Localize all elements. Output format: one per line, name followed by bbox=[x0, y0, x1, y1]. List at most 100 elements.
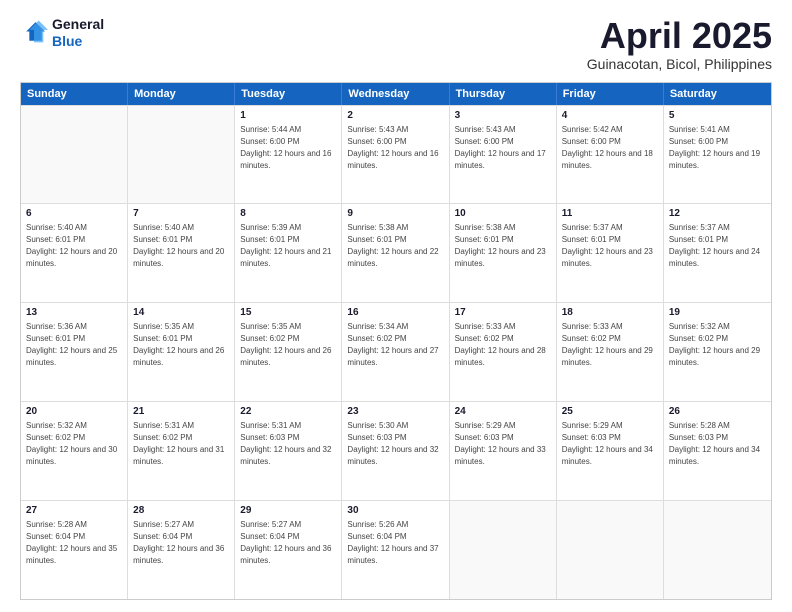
calendar-header-day: Friday bbox=[557, 83, 664, 105]
calendar-cell: 18Sunrise: 5:33 AM Sunset: 6:02 PM Dayli… bbox=[557, 303, 664, 401]
calendar-cell: 1Sunrise: 5:44 AM Sunset: 6:00 PM Daylig… bbox=[235, 106, 342, 204]
day-info: Sunrise: 5:35 AM Sunset: 6:02 PM Dayligh… bbox=[240, 321, 336, 369]
calendar-cell: 20Sunrise: 5:32 AM Sunset: 6:02 PM Dayli… bbox=[21, 402, 128, 500]
calendar-cell: 2Sunrise: 5:43 AM Sunset: 6:00 PM Daylig… bbox=[342, 106, 449, 204]
day-number: 16 bbox=[347, 306, 443, 320]
day-number: 12 bbox=[669, 207, 766, 221]
logo-blue: Blue bbox=[52, 33, 82, 49]
day-number: 15 bbox=[240, 306, 336, 320]
day-info: Sunrise: 5:33 AM Sunset: 6:02 PM Dayligh… bbox=[562, 321, 658, 369]
calendar-cell: 25Sunrise: 5:29 AM Sunset: 6:03 PM Dayli… bbox=[557, 402, 664, 500]
calendar-cell: 13Sunrise: 5:36 AM Sunset: 6:01 PM Dayli… bbox=[21, 303, 128, 401]
day-number: 8 bbox=[240, 207, 336, 221]
header: General Blue April 2025 Guinacotan, Bico… bbox=[20, 16, 772, 72]
calendar-cell: 6Sunrise: 5:40 AM Sunset: 6:01 PM Daylig… bbox=[21, 204, 128, 302]
day-number: 21 bbox=[133, 405, 229, 419]
day-number: 24 bbox=[455, 405, 551, 419]
calendar-header-day: Monday bbox=[128, 83, 235, 105]
day-info: Sunrise: 5:31 AM Sunset: 6:02 PM Dayligh… bbox=[133, 420, 229, 468]
day-number: 22 bbox=[240, 405, 336, 419]
day-info: Sunrise: 5:42 AM Sunset: 6:00 PM Dayligh… bbox=[562, 124, 658, 172]
logo: General Blue bbox=[20, 16, 104, 50]
day-number: 17 bbox=[455, 306, 551, 320]
calendar-row: 27Sunrise: 5:28 AM Sunset: 6:04 PM Dayli… bbox=[21, 500, 771, 599]
day-info: Sunrise: 5:32 AM Sunset: 6:02 PM Dayligh… bbox=[669, 321, 766, 369]
day-info: Sunrise: 5:28 AM Sunset: 6:04 PM Dayligh… bbox=[26, 519, 122, 567]
day-info: Sunrise: 5:38 AM Sunset: 6:01 PM Dayligh… bbox=[455, 222, 551, 270]
day-info: Sunrise: 5:33 AM Sunset: 6:02 PM Dayligh… bbox=[455, 321, 551, 369]
calendar-cell: 12Sunrise: 5:37 AM Sunset: 6:01 PM Dayli… bbox=[664, 204, 771, 302]
day-info: Sunrise: 5:37 AM Sunset: 6:01 PM Dayligh… bbox=[562, 222, 658, 270]
calendar-cell: 4Sunrise: 5:42 AM Sunset: 6:00 PM Daylig… bbox=[557, 106, 664, 204]
day-number: 25 bbox=[562, 405, 658, 419]
calendar-cell: 15Sunrise: 5:35 AM Sunset: 6:02 PM Dayli… bbox=[235, 303, 342, 401]
day-info: Sunrise: 5:39 AM Sunset: 6:01 PM Dayligh… bbox=[240, 222, 336, 270]
day-number: 13 bbox=[26, 306, 122, 320]
calendar-cell: 9Sunrise: 5:38 AM Sunset: 6:01 PM Daylig… bbox=[342, 204, 449, 302]
calendar-row: 1Sunrise: 5:44 AM Sunset: 6:00 PM Daylig… bbox=[21, 105, 771, 204]
calendar-cell: 24Sunrise: 5:29 AM Sunset: 6:03 PM Dayli… bbox=[450, 402, 557, 500]
calendar-header-day: Thursday bbox=[450, 83, 557, 105]
day-number: 19 bbox=[669, 306, 766, 320]
day-info: Sunrise: 5:31 AM Sunset: 6:03 PM Dayligh… bbox=[240, 420, 336, 468]
day-number: 1 bbox=[240, 109, 336, 123]
day-info: Sunrise: 5:32 AM Sunset: 6:02 PM Dayligh… bbox=[26, 420, 122, 468]
day-info: Sunrise: 5:41 AM Sunset: 6:00 PM Dayligh… bbox=[669, 124, 766, 172]
calendar-cell: 28Sunrise: 5:27 AM Sunset: 6:04 PM Dayli… bbox=[128, 501, 235, 599]
calendar-cell: 26Sunrise: 5:28 AM Sunset: 6:03 PM Dayli… bbox=[664, 402, 771, 500]
logo-general: General bbox=[52, 16, 104, 32]
day-info: Sunrise: 5:26 AM Sunset: 6:04 PM Dayligh… bbox=[347, 519, 443, 567]
day-number: 2 bbox=[347, 109, 443, 123]
calendar-row: 6 Sunrise: 5:40 AM Sunset: 6:01 PM Daylig… bbox=[21, 203, 771, 302]
day-info: Sunrise: 5:27 AM Sunset: 6:04 PM Dayligh… bbox=[133, 519, 229, 567]
calendar: SundayMondayTuesdayWednesdayThursdayFrid… bbox=[20, 82, 772, 600]
day-number: 3 bbox=[455, 109, 551, 123]
calendar-cell bbox=[664, 501, 771, 599]
day-number: 28 bbox=[133, 504, 229, 518]
day-info: Sunrise: 5:40 AM Sunset: 6:01 PM Dayligh… bbox=[133, 222, 229, 270]
title-block: April 2025 Guinacotan, Bicol, Philippine… bbox=[587, 16, 772, 72]
day-info: Sunrise: 5:38 AM Sunset: 6:01 PM Dayligh… bbox=[347, 222, 443, 270]
day-number: 18 bbox=[562, 306, 658, 320]
day-number: 5 bbox=[669, 109, 766, 123]
day-number: 9 bbox=[347, 207, 443, 221]
day-info: Sunrise: 5:34 AM Sunset: 6:02 PM Dayligh… bbox=[347, 321, 443, 369]
calendar-row: 13Sunrise: 5:36 AM Sunset: 6:01 PM Dayli… bbox=[21, 302, 771, 401]
day-info: Sunrise: 5:29 AM Sunset: 6:03 PM Dayligh… bbox=[562, 420, 658, 468]
calendar-cell: 14Sunrise: 5:35 AM Sunset: 6:01 PM Dayli… bbox=[128, 303, 235, 401]
calendar-cell: 21Sunrise: 5:31 AM Sunset: 6:02 PM Dayli… bbox=[128, 402, 235, 500]
calendar-cell: 10Sunrise: 5:38 AM Sunset: 6:01 PM Dayli… bbox=[450, 204, 557, 302]
calendar-header-day: Sunday bbox=[21, 83, 128, 105]
calendar-cell: 11Sunrise: 5:37 AM Sunset: 6:01 PM Dayli… bbox=[557, 204, 664, 302]
calendar-cell bbox=[557, 501, 664, 599]
day-number: 23 bbox=[347, 405, 443, 419]
calendar-header-day: Tuesday bbox=[235, 83, 342, 105]
calendar-cell: 5Sunrise: 5:41 AM Sunset: 6:00 PM Daylig… bbox=[664, 106, 771, 204]
day-info: Sunrise: 5:29 AM Sunset: 6:03 PM Dayligh… bbox=[455, 420, 551, 468]
day-info: Sunrise: 5:30 AM Sunset: 6:03 PM Dayligh… bbox=[347, 420, 443, 468]
calendar-cell: 22Sunrise: 5:31 AM Sunset: 6:03 PM Dayli… bbox=[235, 402, 342, 500]
day-number: 6 bbox=[26, 207, 122, 221]
day-number: 7 bbox=[133, 207, 229, 221]
calendar-cell: 27Sunrise: 5:28 AM Sunset: 6:04 PM Dayli… bbox=[21, 501, 128, 599]
calendar-header-day: Wednesday bbox=[342, 83, 449, 105]
day-info: Sunrise: 5:35 AM Sunset: 6:01 PM Dayligh… bbox=[133, 321, 229, 369]
day-info: Sunrise: 5:36 AM Sunset: 6:01 PM Dayligh… bbox=[26, 321, 122, 369]
day-number: 26 bbox=[669, 405, 766, 419]
day-info: Sunrise: 5:37 AM Sunset: 6:01 PM Dayligh… bbox=[669, 222, 766, 270]
calendar-cell bbox=[450, 501, 557, 599]
day-info: Sunrise: 5:43 AM Sunset: 6:00 PM Dayligh… bbox=[455, 124, 551, 172]
calendar-row: 20Sunrise: 5:32 AM Sunset: 6:02 PM Dayli… bbox=[21, 401, 771, 500]
calendar-cell: 16Sunrise: 5:34 AM Sunset: 6:02 PM Dayli… bbox=[342, 303, 449, 401]
day-number: 10 bbox=[455, 207, 551, 221]
calendar-body: 1Sunrise: 5:44 AM Sunset: 6:00 PM Daylig… bbox=[21, 105, 771, 599]
logo-text: General Blue bbox=[52, 16, 104, 50]
day-info: Sunrise: 5:44 AM Sunset: 6:00 PM Dayligh… bbox=[240, 124, 336, 172]
logo-icon bbox=[20, 19, 48, 47]
calendar-cell: 17Sunrise: 5:33 AM Sunset: 6:02 PM Dayli… bbox=[450, 303, 557, 401]
day-number: 11 bbox=[562, 207, 658, 221]
main-title: April 2025 bbox=[587, 16, 772, 56]
day-number: 14 bbox=[133, 306, 229, 320]
day-number: 20 bbox=[26, 405, 122, 419]
page: General Blue April 2025 Guinacotan, Bico… bbox=[0, 0, 792, 612]
